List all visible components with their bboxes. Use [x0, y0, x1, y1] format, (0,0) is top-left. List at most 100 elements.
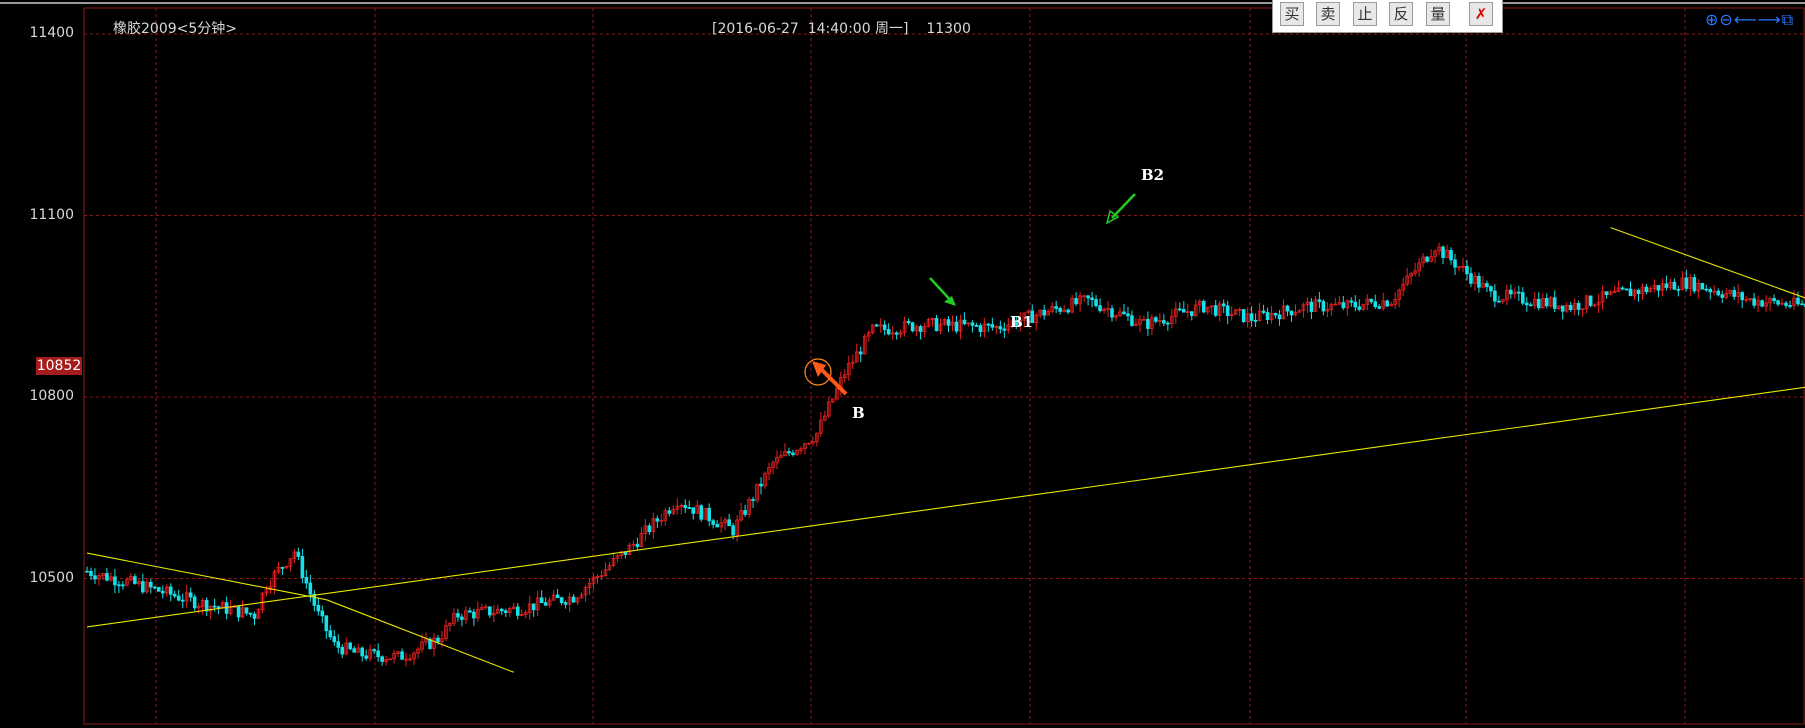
- candle-body: [1588, 295, 1593, 306]
- candle-body: [707, 507, 711, 522]
- candle-body: [1784, 302, 1788, 306]
- candle-body: [1241, 309, 1246, 322]
- candle-body: [1604, 291, 1609, 295]
- candle-body: [113, 576, 117, 586]
- candle-body: [715, 523, 719, 528]
- candle-body: [906, 320, 911, 324]
- candle-body: [160, 590, 165, 594]
- candle-body: [348, 642, 353, 650]
- candle-body: [874, 324, 879, 327]
- candle-body: [1273, 312, 1278, 316]
- candle-body: [1289, 310, 1294, 316]
- candle-body: [1692, 277, 1697, 292]
- candle-body: [296, 551, 301, 557]
- zoom-pan-icons[interactable]: ⊕⊖⟵⟶⧉: [1705, 10, 1794, 30]
- candle-body: [1385, 300, 1390, 307]
- candle-body: [488, 606, 492, 616]
- candle-body: [1568, 305, 1573, 311]
- candle-body: [1265, 312, 1270, 320]
- candle-body: [1449, 249, 1453, 261]
- candle-body: [1788, 305, 1792, 307]
- candle-body: [89, 570, 93, 577]
- candle-body: [1708, 288, 1713, 293]
- candle-body: [1054, 306, 1058, 309]
- stop-button[interactable]: 止: [1353, 2, 1377, 26]
- candle-body: [978, 325, 983, 332]
- sell-button[interactable]: 卖: [1316, 2, 1340, 26]
- candle-body: [93, 575, 97, 580]
- candle-body: [1493, 290, 1497, 302]
- candle-body: [1058, 308, 1062, 312]
- candle-body: [1700, 282, 1705, 290]
- candle-body: [787, 451, 791, 454]
- candle-body: [1497, 300, 1501, 303]
- candle-body: [1182, 309, 1186, 313]
- candle-body: [1620, 287, 1625, 290]
- candle-body: [1178, 308, 1182, 311]
- candle-body: [1225, 305, 1230, 316]
- candle-body: [791, 452, 795, 455]
- close-icon[interactable]: ✗: [1469, 2, 1493, 26]
- candle-body: [1317, 299, 1322, 302]
- plot-frame: [83, 7, 1805, 725]
- candle-body: [1349, 300, 1354, 303]
- symbol-title: 橡胶2009<5分钟>: [113, 21, 237, 37]
- candle-series: [85, 242, 1805, 667]
- candle-body: [571, 596, 576, 603]
- candle-body: [1525, 302, 1529, 306]
- candle-body: [172, 593, 177, 597]
- candle-body: [1489, 286, 1493, 292]
- candle-body: [1740, 292, 1744, 301]
- candle-body: [1249, 313, 1254, 321]
- candle-body: [133, 576, 137, 584]
- candle-body: [986, 323, 991, 326]
- candle-body: [751, 499, 755, 501]
- candle-body: [1166, 322, 1170, 325]
- candle-body: [340, 646, 345, 655]
- candle-body: [974, 324, 979, 327]
- candle-body: [188, 592, 193, 598]
- candle-body: [946, 319, 951, 326]
- candle-body: [918, 326, 923, 332]
- candle-body: [1509, 289, 1513, 295]
- candle-body: [236, 605, 241, 618]
- candle-body: [1624, 288, 1629, 291]
- candle-body: [1576, 302, 1581, 310]
- candle-body: [320, 610, 325, 617]
- candle-body: [1628, 288, 1633, 297]
- candle-body: [1425, 256, 1429, 262]
- candle-body: [531, 603, 536, 611]
- candle-body: [149, 581, 153, 588]
- candle-body: [212, 605, 217, 608]
- candle-body: [1042, 309, 1047, 316]
- candle-body: [1162, 320, 1166, 324]
- candle-body: [352, 648, 357, 653]
- candle-body: [204, 600, 209, 612]
- green-arrow-head-b1: [944, 296, 956, 306]
- candle-body: [1720, 294, 1725, 298]
- candle-body: [1213, 305, 1218, 316]
- candle-body: [1154, 317, 1158, 322]
- buy-button[interactable]: 买: [1280, 2, 1304, 26]
- annotation-marks: [804, 193, 1136, 396]
- candle-body: [555, 594, 560, 599]
- reverse-button[interactable]: 反: [1389, 2, 1413, 26]
- candle-body: [691, 507, 696, 514]
- candle-body: [647, 525, 652, 533]
- candle-body: [759, 483, 763, 487]
- candle-body: [1672, 281, 1677, 290]
- candle-body: [332, 636, 337, 643]
- candle-body: [1800, 303, 1804, 306]
- candle-body: [468, 610, 472, 613]
- candle-body: [699, 505, 704, 520]
- volume-button[interactable]: 量: [1426, 2, 1450, 26]
- candle-body: [655, 518, 660, 522]
- candle-body: [1122, 311, 1126, 315]
- candle-body: [1373, 301, 1378, 308]
- candle-body: [727, 519, 731, 527]
- candle-body: [731, 525, 735, 536]
- candle-body: [105, 573, 109, 581]
- candle-body: [153, 586, 157, 589]
- candle-body: [1485, 283, 1489, 288]
- candle-body: [176, 595, 181, 601]
